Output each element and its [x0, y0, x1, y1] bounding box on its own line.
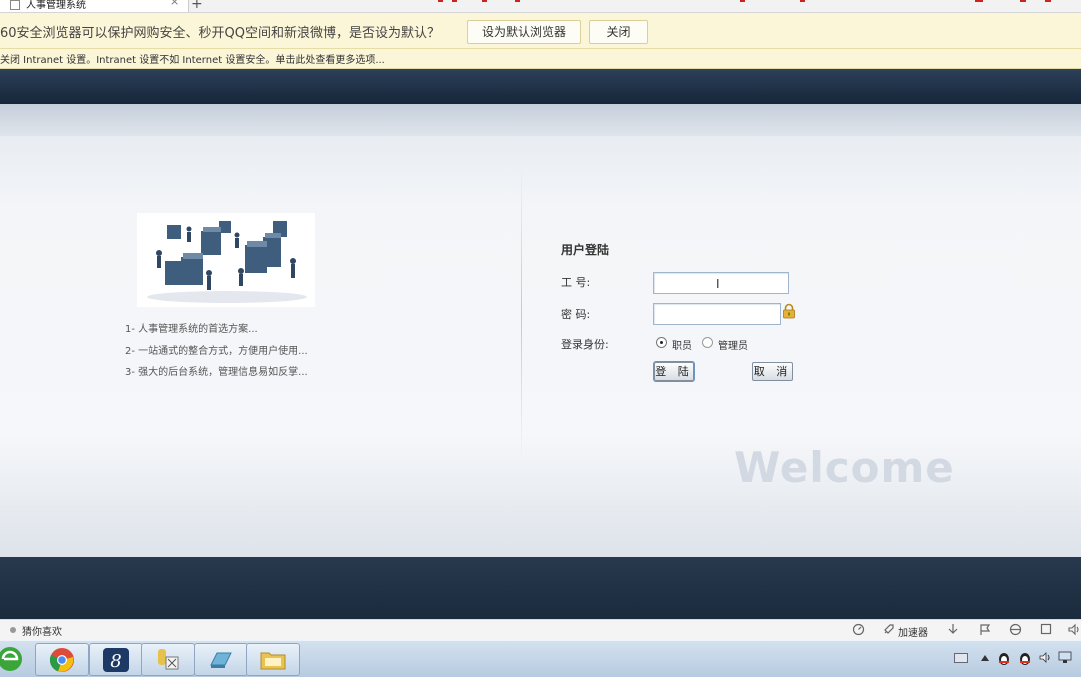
taskbar-database-button[interactable] [141, 643, 195, 676]
annotation-marks [438, 0, 1051, 2]
accelerator-label[interactable]: 加速器 [898, 624, 928, 639]
recommend-link[interactable]: 猜你喜欢 [22, 623, 62, 638]
folder-icon [260, 652, 286, 670]
ie-mode-icon[interactable] [1009, 623, 1022, 636]
notebook-icon [210, 652, 232, 668]
page-icon [10, 0, 20, 10]
password-label: 密 码: [561, 308, 591, 321]
welcome-watermark: Welcome [734, 443, 955, 492]
feature-item: 2- 一站通式的整合方式，方便用户使用... [125, 346, 308, 357]
notification-message: 60安全浏览器可以保护网购安全、秒开QQ空间和新浪微博，是否设为默认？ [0, 26, 441, 41]
text-cursor-icon: I [716, 277, 720, 291]
login-button[interactable]: 登 陆 [654, 362, 694, 381]
role-admin-label[interactable]: 管理员 [718, 337, 748, 352]
role-admin-radio[interactable] [702, 337, 713, 348]
feature-item: 3- 强大的后台系统，管理信息易如反掌... [125, 367, 308, 378]
taskbar-chrome-button[interactable] [35, 643, 89, 676]
status-dot-icon [10, 627, 16, 633]
intranet-message: 关闭 Intranet 设置。Intranet 设置不如 Internet 设置… [0, 55, 385, 66]
lock-icon [783, 303, 795, 319]
flag-icon[interactable] [979, 623, 991, 636]
intranet-info-bar[interactable]: 关闭 Intranet 设置。Intranet 设置不如 Internet 设置… [0, 49, 1081, 69]
role-staff-label[interactable]: 职员 [672, 337, 692, 352]
window-icon[interactable] [1040, 623, 1052, 635]
header-shadow-band [0, 104, 1081, 136]
new-tab-button[interactable]: + [191, 0, 203, 12]
tab-active[interactable]: 人事管理系统 × [0, 0, 189, 12]
download-icon[interactable] [947, 623, 959, 636]
360-browser-icon[interactable] [0, 644, 24, 674]
taskbar-folder-button[interactable] [246, 643, 300, 676]
login-role-label: 登录身份: [561, 338, 609, 351]
speed-dial-icon[interactable] [852, 623, 865, 636]
employee-id-label: 工 号: [561, 276, 591, 289]
rocket-icon[interactable] [882, 623, 895, 636]
employee-id-input[interactable] [653, 272, 789, 294]
browser-status-bar: 猜你喜欢 加速器 [0, 619, 1081, 640]
database-icon [158, 649, 179, 670]
radio-selected-dot [660, 341, 663, 344]
people-boxes-illustration [137, 213, 315, 307]
panel-divider [521, 165, 522, 465]
volume-icon[interactable] [1068, 623, 1081, 636]
windows-taskbar: 8 [0, 640, 1081, 677]
tab-title: 人事管理系统 [26, 0, 86, 11]
page-header-band [0, 69, 1081, 104]
chrome-icon [49, 648, 74, 672]
qq-penguin-icon[interactable] [1017, 650, 1033, 666]
default-browser-notification: 60安全浏览器可以保护网购安全、秒开QQ空间和新浪微博，是否设为默认？ 设为默认… [0, 13, 1081, 49]
eclipse-8-icon: 8 [103, 648, 129, 672]
set-default-browser-button[interactable]: 设为默认浏览器 [467, 20, 581, 44]
close-notification-button[interactable]: 关闭 [589, 20, 648, 44]
svg-text:8: 8 [110, 651, 121, 672]
tray-expand-icon[interactable] [981, 655, 989, 661]
taskbar-app-8-button[interactable]: 8 [89, 643, 143, 676]
keyboard-icon[interactable] [954, 653, 968, 663]
network-icon[interactable] [1058, 651, 1072, 664]
login-title: 用户登陆 [561, 243, 610, 257]
close-tab-icon[interactable]: × [170, 0, 179, 8]
taskbar-notebook-button[interactable] [194, 643, 248, 676]
password-input[interactable] [653, 303, 781, 325]
qq-penguin-icon[interactable] [996, 650, 1012, 666]
speaker-icon[interactable] [1039, 651, 1052, 664]
feature-item: 1- 人事管理系统的首选方案... [125, 324, 258, 335]
browser-tab-strip: 人事管理系统 × + [0, 0, 1081, 13]
cancel-button[interactable]: 取 消 [752, 362, 793, 381]
page-footer-band [0, 557, 1081, 619]
role-staff-radio[interactable] [656, 337, 667, 348]
